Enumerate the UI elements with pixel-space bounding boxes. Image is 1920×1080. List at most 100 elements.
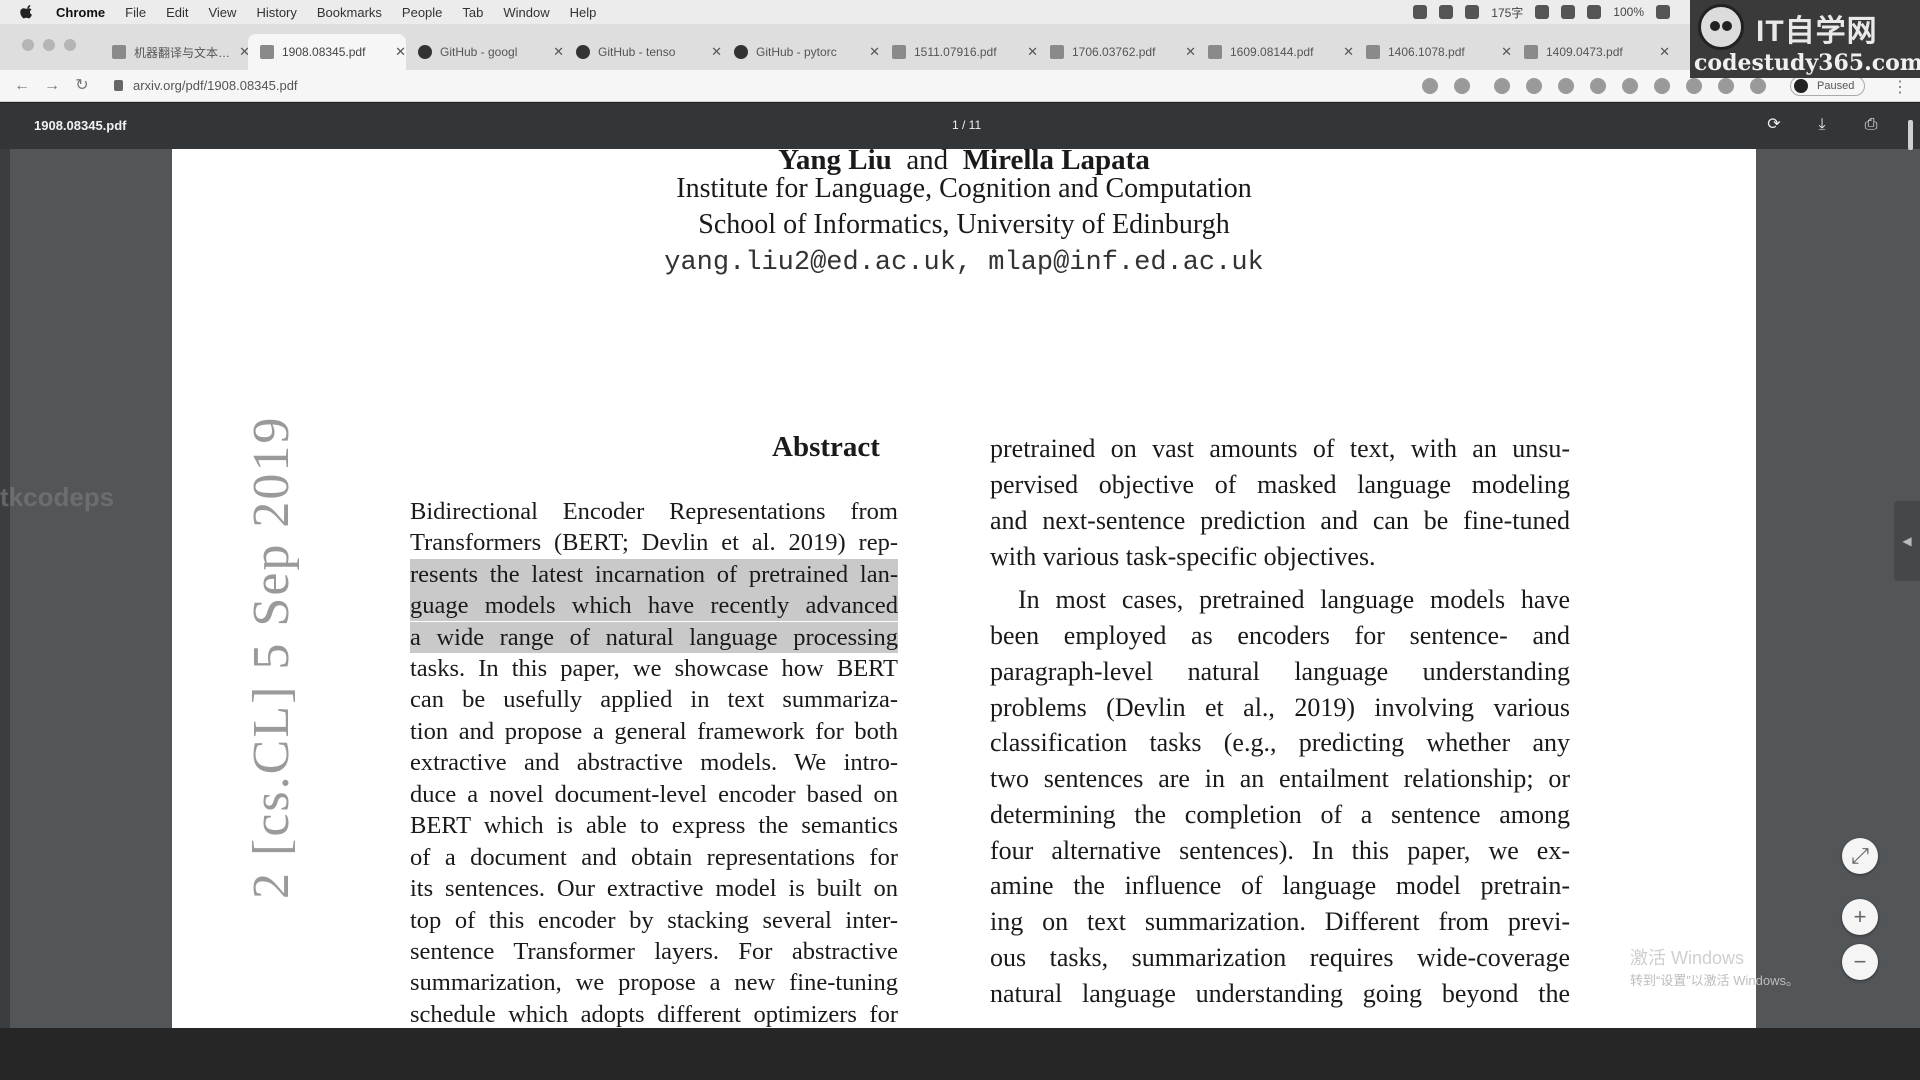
close-tab-icon[interactable]: ✕ [711,44,722,60]
extension-icon[interactable] [1718,78,1734,94]
menu-history[interactable]: History [256,5,296,20]
abstract-line: sentence Transformer layers. For abstrac… [410,938,898,965]
app-icon[interactable] [1535,5,1550,19]
extension-icon[interactable] [1590,78,1606,94]
profile-paused-button[interactable]: Paused [1790,76,1866,96]
author-emails: yang.liu2@ed.ac.uk, mlap@inf.ed.ac.uk [664,248,1264,278]
forward-icon[interactable]: → [44,77,60,94]
close-tab-icon[interactable]: ✕ [553,44,564,60]
tab-0[interactable]: 机器翻译与文本… ✕ [100,34,250,70]
menu-people[interactable]: People [402,5,442,20]
extension-icon[interactable] [1750,78,1766,94]
body-line: amine the influence of language model pr… [990,871,1570,900]
close-tab-icon[interactable]: ✕ [869,44,880,60]
body-line: classification tasks (e.g., predicting w… [990,728,1570,757]
menu-edit[interactable]: Edit [166,5,188,20]
body-line: two sentences are in an entailment relat… [990,764,1570,793]
author-1: Yang Liu [778,149,892,176]
body-line: natural language understanding going bey… [990,979,1570,1008]
minimize-window-button[interactable] [43,39,55,51]
user-icon[interactable] [1465,5,1480,19]
tab-3[interactable]: GitHub - tenso ✕ [564,34,722,70]
tab-9[interactable]: 1409.0473.pdf ✕ [1512,34,1670,70]
close-tab-icon[interactable]: ✕ [1659,44,1670,60]
extension-icon[interactable] [1494,78,1510,94]
bottom-dark-bar [0,1028,1920,1080]
body-line: problems (Devlin et al., 2019) involving… [990,693,1570,722]
cloud-icon[interactable] [1413,5,1428,19]
abstract-line: summarization, we propose a new fine-tun… [410,969,898,996]
close-window-button[interactable] [22,39,34,51]
page-indicator[interactable]: 1 / 11 [952,118,981,132]
wifi-icon[interactable] [1587,5,1602,19]
extension-icon[interactable] [1558,78,1574,94]
tab-1-active[interactable]: 1908.08345.pdf ✕ [248,34,406,70]
body-line: been employed as encoders for sentence- … [990,621,1570,650]
body-line: four alternative sentences). In this pap… [990,836,1570,865]
word-count-status[interactable]: 175字 [1491,4,1523,21]
browser-toolbar: ← → ↻ arxiv.org/pdf/1908.08345.pdf Pause… [0,70,1920,102]
extension-icon[interactable] [1526,78,1542,94]
reload-icon[interactable]: ↻ [74,77,90,94]
address-bar[interactable]: arxiv.org/pdf/1908.08345.pdf [114,78,298,93]
menu-help[interactable]: Help [570,5,597,20]
zoom-icon[interactable] [1422,78,1438,94]
close-tab-icon[interactable]: ✕ [1027,44,1038,60]
menu-view[interactable]: View [208,5,236,20]
scrollbar-thumb[interactable] [1908,120,1913,150]
keyboard-icon[interactable] [1561,5,1576,19]
zoom-in-button[interactable]: + [1842,899,1878,935]
abstract-line: tion and propose a general framework for… [410,718,898,745]
menu-file[interactable]: File [125,5,146,20]
menu-tab[interactable]: Tab [462,5,483,20]
pdf-icon [1366,45,1380,59]
abstract-line-highlighted: guage models which have recently advance… [410,590,898,621]
extension-icon[interactable] [1622,78,1638,94]
back-icon[interactable]: ← [14,77,30,94]
print-icon[interactable]: ⎙ [1862,116,1880,134]
menu-bookmarks[interactable]: Bookmarks [317,5,382,20]
tab-2[interactable]: GitHub - googl ✕ [406,34,564,70]
body-line: ing on text summarization. Different fro… [990,907,1570,936]
tab-label: GitHub - googl [440,45,518,59]
windows-activation-subtitle: 转到“设置”以激活 Windows。 [1630,973,1800,988]
tab-7[interactable]: 1609.08144.pdf ✕ [1196,34,1354,70]
fit-page-button[interactable]: ⤢ [1842,838,1878,874]
tab-label: 1706.03762.pdf [1072,45,1156,59]
close-tab-icon[interactable]: ✕ [1185,44,1196,60]
abstract-line: BERT which is able to express the semant… [410,812,898,839]
body-line: pervised objective of masked language mo… [990,470,1570,499]
extension-icon[interactable] [1686,78,1702,94]
sidebar-toggle-button[interactable]: ◀ [1894,501,1920,581]
window-controls [22,39,76,51]
menu-window[interactable]: Window [503,5,549,20]
rotate-icon[interactable]: ⟳ [1765,116,1783,134]
url-text[interactable]: arxiv.org/pdf/1908.08345.pdf [133,78,298,93]
battery-icon[interactable] [1656,5,1670,19]
close-tab-icon[interactable]: ✕ [1501,44,1512,60]
tab-5[interactable]: 1511.07916.pdf ✕ [880,34,1038,70]
close-tab-icon[interactable]: ✕ [395,44,406,60]
display-icon[interactable] [1439,5,1454,19]
zoom-window-button[interactable] [64,39,76,51]
tab-4[interactable]: GitHub - pytorc ✕ [722,34,880,70]
left-watermark-text: tkcodeps [0,482,115,512]
affiliation-line-2: School of Informatics, University of Edi… [698,209,1230,240]
star-icon[interactable] [1454,78,1470,94]
tab-8[interactable]: 1406.1078.pdf ✕ [1354,34,1512,70]
tab-6[interactable]: 1706.03762.pdf ✕ [1038,34,1196,70]
mascot-icon [1698,4,1744,50]
pdf-icon [1208,45,1222,59]
battery-percent[interactable]: 100% [1613,5,1644,19]
tab-label: 机器翻译与文本… [134,45,231,60]
download-icon[interactable]: ⤓ [1813,116,1831,134]
pdf-icon [1524,45,1538,59]
menu-chrome[interactable]: Chrome [56,5,105,20]
extension-icon[interactable] [1654,78,1670,94]
more-menu-icon[interactable]: ⋮ [1892,77,1908,97]
apple-icon[interactable] [20,5,34,19]
abstract-line: duce a novel document-level encoder base… [410,781,898,808]
zoom-out-button[interactable]: − [1842,944,1878,980]
close-tab-icon[interactable]: ✕ [1343,44,1354,60]
pdf-icon [892,45,906,59]
